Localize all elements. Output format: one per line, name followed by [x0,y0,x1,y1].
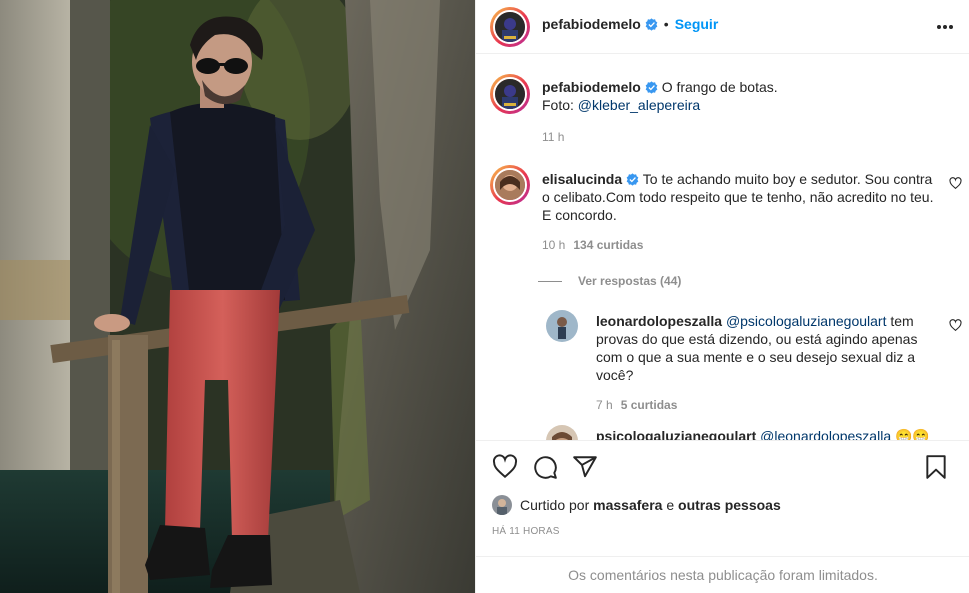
reply-likes[interactable]: 5 curtidas [621,398,678,412]
instagram-post-view: pefabiodemelo • Seguir pefabiodemelo O f… [0,0,969,593]
reply-item: leonardolopeszalla @psicologaluzianegoul… [596,312,938,384]
post-side-panel: pefabiodemelo • Seguir pefabiodemelo O f… [475,0,969,593]
reply-time[interactable]: 7 h [596,398,613,412]
caption-mention-link[interactable]: @kleber_alepereira [578,97,700,113]
comment-meta: 10 h 134 curtidas [542,238,643,252]
reply-username[interactable]: psicologaluzianegoulart [596,428,756,440]
caption-username[interactable]: pefabiodemelo [542,79,641,95]
reply-emoji: 😁😁 [895,428,930,440]
header-user-line: pefabiodemelo • Seguir [542,16,718,32]
caption-author-avatar[interactable] [490,74,530,114]
caption-time[interactable]: 11 h [542,130,564,144]
post-timestamp[interactable]: HÁ 11 HORAS [492,526,560,537]
reply-item: psicologaluzianegoulart @leonardolopesza… [596,427,936,440]
bookmark-icon[interactable] [923,454,949,480]
caption-photo-label: Foto: [542,97,578,113]
comment-like-heart-icon[interactable] [949,177,962,190]
verified-badge-icon [626,173,639,186]
caption-text: O frango de botas. [661,79,778,95]
author-username[interactable]: pefabiodemelo [542,16,641,32]
comments-list[interactable]: pefabiodemelo O frango de botas. Foto: @… [476,55,969,440]
comment-time[interactable]: 10 h [542,238,565,252]
view-replies-button[interactable]: Ver respostas (44) [538,274,682,288]
comment-likes[interactable]: 134 curtidas [573,238,643,252]
commenter-avatar[interactable] [490,165,530,205]
comment-icon[interactable] [532,454,558,480]
other-likers-link[interactable]: outras pessoas [678,497,781,513]
share-icon[interactable] [572,454,598,480]
author-avatar-image [495,12,525,42]
reply-avatar[interactable] [546,425,578,440]
header-separator: • [663,16,669,32]
comment-username[interactable]: elisalucinda [542,171,622,187]
post-photo-illustration [0,0,475,593]
author-avatar[interactable] [490,7,530,47]
reply-mention-link[interactable]: @psicologaluzianegoulart [726,313,887,329]
comments-limited-notice: Os comentários nesta publicação foram li… [476,556,969,593]
post-photo[interactable] [0,0,475,593]
post-header: pefabiodemelo • Seguir [476,0,969,54]
view-replies-label: Ver respostas (44) [578,274,682,288]
replies-divider-line [538,280,562,282]
reply-mention-link[interactable]: @leonardolopeszalla [760,428,891,440]
heart-icon[interactable] [492,454,518,480]
liker-username[interactable]: massafera [593,497,662,513]
follow-button[interactable]: Seguir [675,16,719,32]
post-caption: pefabiodemelo O frango de botas. Foto: @… [542,78,942,114]
liker-avatar[interactable] [492,495,512,515]
post-action-bar [476,440,969,492]
more-options-icon[interactable] [934,16,956,38]
comment-item: elisalucinda To te achando muito boy e s… [542,170,938,224]
reply-avatar[interactable] [546,310,578,342]
reply-meta: 7 h 5 curtidas [596,398,677,412]
reply-like-heart-icon[interactable] [949,319,962,332]
liked-by-line: Curtido por massafera e outras pessoas [492,495,781,515]
verified-badge-icon [645,81,658,94]
reply-username[interactable]: leonardolopeszalla [596,313,722,329]
verified-badge-icon [645,17,658,31]
liked-by-prefix: Curtido por [520,497,590,513]
liked-by-connector: e [666,497,675,513]
